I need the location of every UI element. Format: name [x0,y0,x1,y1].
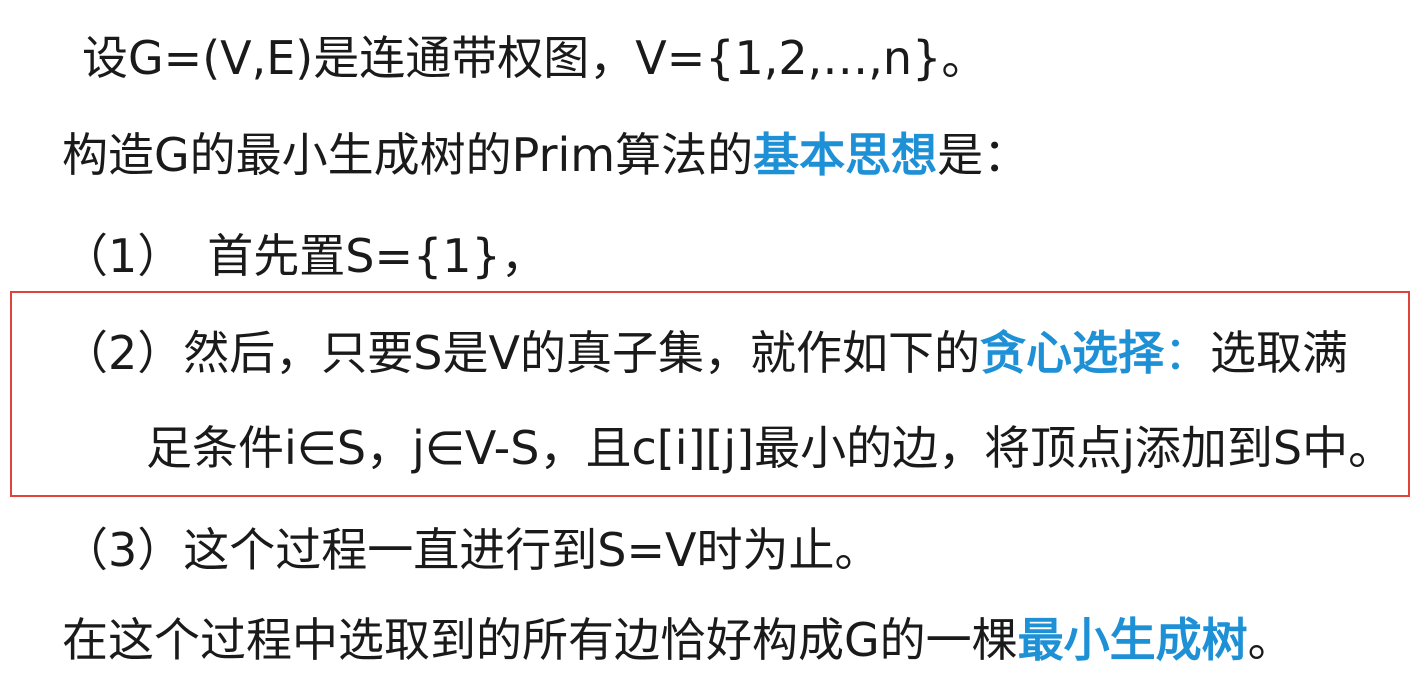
step-2-marker: （2） [62,326,184,380]
step-2-text-before: 然后，只要S是V的真子集，就作如下的 [183,326,980,380]
step-3-line: （3）这个过程一直进行到S=V时为止。 [62,522,881,578]
conclusion-text-before: 在这个过程中选取到的所有边恰好构成G的一棵 [62,613,1018,667]
premise-text: 设G=(V,E)是连通带权图，V={1,2,…,n}。 [82,31,988,85]
intro-text-before: 构造G的最小生成树的Prim算法的 [62,128,754,182]
algorithm-intro-line: 构造G的最小生成树的Prim算法的基本思想是： [62,127,1029,183]
mst-highlight: 最小生成树 [1017,613,1248,667]
step-2-text-after: 选取满 [1209,326,1348,380]
greedy-choice-colon: ： [1163,326,1210,380]
premise-line: 设G=(V,E)是连通带权图，V={1,2,…,n}。 [82,30,987,86]
step-2-line: （2）然后，只要S是V的真子集，就作如下的贪心选择：选取满 [62,325,1348,381]
step-1-line: （1） 首先置S={1}， [62,228,547,284]
step-3-marker: （3） [62,523,184,577]
intro-text-after: 是： [937,128,1030,182]
conclusion-line: 在这个过程中选取到的所有边恰好构成G的一棵最小生成树。 [62,612,1294,668]
step-1-marker: （1） [62,229,184,283]
basic-idea-highlight: 基本思想 [753,128,938,182]
step-3-text: 这个过程一直进行到S=V时为止。 [183,523,881,577]
greedy-choice-highlight: 贪心选择 [979,326,1164,380]
step-1-text: 首先置S={1}， [207,229,547,283]
conclusion-text-after: 。 [1247,613,1294,667]
step-2-continuation-line: 足条件i∈S，j∈V-S，且c[i][j]最小的边，将顶点j添加到S中。 [146,420,1394,476]
step-2-condition-text: 足条件i∈S，j∈V-S，且c[i][j]最小的边，将顶点j添加到S中。 [146,421,1395,475]
